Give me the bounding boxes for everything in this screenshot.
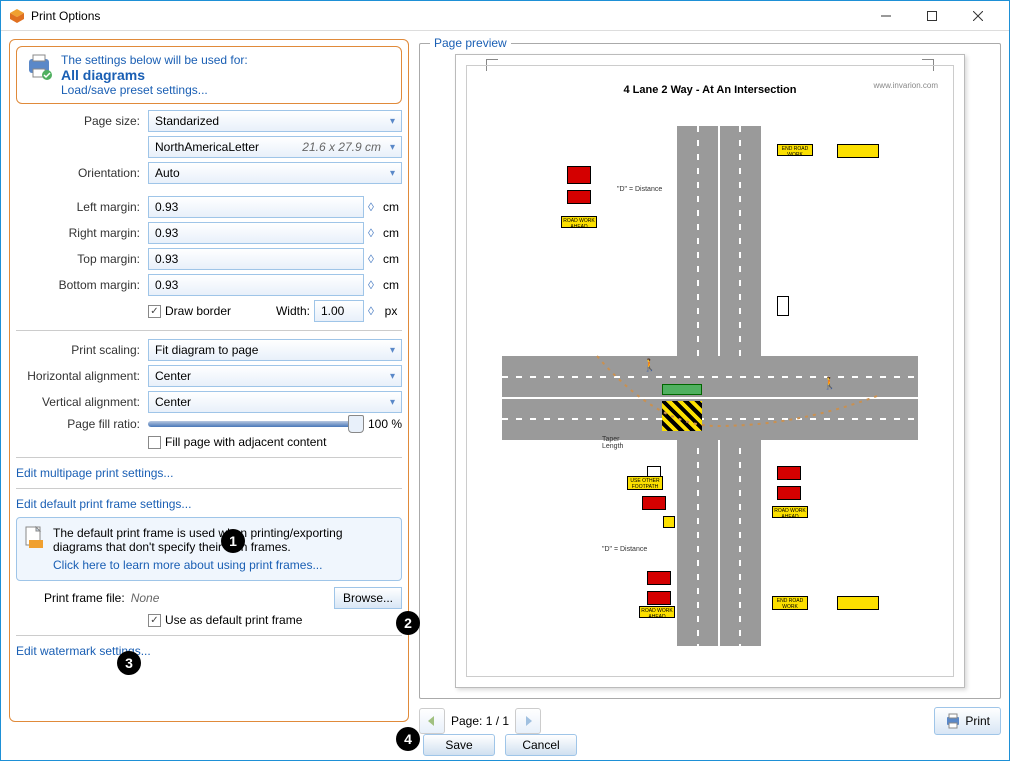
page-indicator: Page: 1 / 1 xyxy=(451,714,509,728)
sign-red xyxy=(777,466,801,480)
left-margin-input[interactable]: 0.93 xyxy=(148,196,364,218)
watermark-text: www.invarion.com xyxy=(874,81,938,90)
window-title: Print Options xyxy=(31,9,863,23)
sign-white xyxy=(777,296,789,316)
sign-red xyxy=(647,591,671,605)
spinner-icon[interactable]: ◊ xyxy=(368,304,376,318)
close-button[interactable] xyxy=(955,2,1001,30)
sign-diamond xyxy=(663,516,675,528)
fill-adjacent-checkbox[interactable] xyxy=(148,436,161,449)
browse-button[interactable]: Browse... xyxy=(334,587,402,609)
left-margin-label: Left margin: xyxy=(16,200,144,214)
spinner-icon[interactable]: ◊ xyxy=(368,200,376,214)
printer-icon xyxy=(25,53,53,81)
arrow-right-icon xyxy=(522,715,534,727)
spinner-icon[interactable]: ◊ xyxy=(368,278,376,292)
sign-prepare-stop xyxy=(567,166,591,184)
printer-icon xyxy=(945,713,961,729)
preview-panel: Page preview www.invarion.com 4 Lane 2 W… xyxy=(419,39,1001,722)
orientation-select[interactable]: Auto xyxy=(148,162,402,184)
border-width-input[interactable]: 1.00 xyxy=(314,300,364,322)
print-button[interactable]: Print xyxy=(934,707,1001,735)
sign-merge xyxy=(837,144,879,158)
titlebar: Print Options xyxy=(1,1,1009,31)
draw-border-checkbox[interactable]: ✓ xyxy=(148,305,161,318)
halign-label: Horizontal alignment: xyxy=(16,369,144,383)
valign-label: Vertical alignment: xyxy=(16,395,144,409)
sign-end-roadwork: END ROAD WORK xyxy=(777,144,813,156)
bottom-margin-input[interactable]: 0.93 xyxy=(148,274,364,296)
sign-red xyxy=(567,190,591,204)
header-box: The settings below will be used for: All… xyxy=(16,46,402,104)
cancel-button[interactable]: Cancel xyxy=(505,734,577,756)
fill-ratio-slider[interactable] xyxy=(148,421,360,427)
minimize-button[interactable] xyxy=(863,2,909,30)
frame-file-label: Print frame file: xyxy=(44,591,125,605)
multipage-link[interactable]: Edit multipage print settings... xyxy=(16,466,402,480)
sign-merge xyxy=(837,596,879,610)
settings-panel: The settings below will be used for: All… xyxy=(9,39,409,722)
top-margin-input[interactable]: 0.93 xyxy=(148,248,364,270)
preview-legend: Page preview xyxy=(430,36,511,50)
arrow-left-icon xyxy=(426,715,438,727)
top-margin-label: Top margin: xyxy=(16,252,144,266)
spinner-icon[interactable]: ◊ xyxy=(368,226,376,240)
sign-red xyxy=(647,571,671,585)
valign-select[interactable]: Center xyxy=(148,391,402,413)
save-button[interactable]: Save xyxy=(423,734,495,756)
annotation-marker-2: 2 xyxy=(396,611,420,635)
sign-end-roadwork: END ROAD WORK xyxy=(772,596,808,610)
print-scaling-label: Print scaling: xyxy=(16,343,144,357)
halign-select[interactable]: Center xyxy=(148,365,402,387)
maximize-button[interactable] xyxy=(909,2,955,30)
frame-file-value: None xyxy=(131,591,160,605)
annotation-marker-4: 4 xyxy=(396,727,420,751)
annotation-marker-1: 1 xyxy=(221,529,245,553)
spinner-icon[interactable]: ◊ xyxy=(368,252,376,266)
load-save-link[interactable]: Load/save preset settings... xyxy=(61,83,208,97)
bottom-margin-label: Bottom margin: xyxy=(16,278,144,292)
page-size-label: Page size: xyxy=(16,114,144,128)
preview-page: www.invarion.com 4 Lane 2 Way - At An In… xyxy=(455,54,965,688)
page-format-select[interactable]: NorthAmericaLetter 21.6 x 27.9 cm xyxy=(148,136,402,158)
sign-road-work: ROAD WORK AHEAD xyxy=(772,506,808,518)
orientation-label: Orientation: xyxy=(16,166,144,180)
sign-road-work: ROAD WORK AHEAD xyxy=(561,216,597,228)
right-margin-label: Right margin: xyxy=(16,226,144,240)
page-size-select[interactable]: Standarized xyxy=(148,110,402,132)
draw-border-label: Draw border xyxy=(165,304,231,318)
use-default-frame-checkbox[interactable]: ✓ xyxy=(148,614,161,627)
frame-info-box: The default print frame is used when pri… xyxy=(16,517,402,581)
header-line1: The settings below will be used for: xyxy=(61,53,248,67)
sign-red xyxy=(642,496,666,510)
prev-page-button[interactable] xyxy=(419,708,445,734)
border-width-label: Width: xyxy=(276,304,310,318)
fill-ratio-label: Page fill ratio: xyxy=(16,417,144,431)
annotation-marker-3: 3 xyxy=(117,651,141,675)
learn-more-link[interactable]: Click here to learn more about using pri… xyxy=(53,558,322,572)
sign-road-work: ROAD WORK AHEAD xyxy=(639,606,675,618)
use-default-frame-label: Use as default print frame xyxy=(165,613,302,627)
app-icon xyxy=(9,8,25,24)
watermark-link[interactable]: Edit watermark settings... xyxy=(16,644,402,658)
next-page-button[interactable] xyxy=(515,708,541,734)
header-line2: All diagrams xyxy=(61,67,248,83)
right-margin-input[interactable]: 0.93 xyxy=(148,222,364,244)
fill-adjacent-label: Fill page with adjacent content xyxy=(165,435,326,449)
print-scaling-select[interactable]: Fit diagram to page xyxy=(148,339,402,361)
sign-red xyxy=(777,486,801,500)
cone-path xyxy=(597,356,877,446)
fill-ratio-value: 100 % xyxy=(368,417,402,431)
document-icon xyxy=(25,526,45,550)
default-frame-link[interactable]: Edit default print frame settings... xyxy=(16,497,402,511)
sign-footpath: USE OTHER FOOTPATH xyxy=(627,476,663,490)
